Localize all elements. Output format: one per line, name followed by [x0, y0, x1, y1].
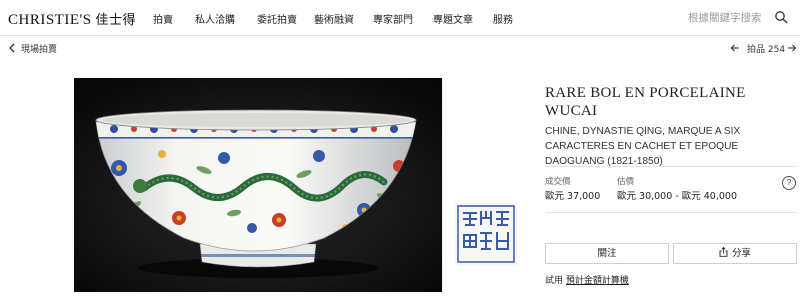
share-button[interactable]: 分享 — [673, 243, 797, 264]
wucai-bowl-image — [74, 78, 442, 292]
share-button-label: 分享 — [731, 248, 751, 259]
top-navigation: CHRISTIE'S 佳士得 拍賣 私人洽購 委託拍賣 藝術融資 專家部門 專題文… — [0, 0, 800, 36]
help-icon[interactable]: ? — [782, 176, 796, 190]
lot-main-image[interactable] — [74, 78, 442, 292]
nav-item-private-sales[interactable]: 私人洽購 — [195, 11, 235, 26]
divider — [545, 212, 797, 213]
arrow-right-icon[interactable] — [787, 43, 797, 53]
share-icon — [719, 247, 728, 257]
nav-item-departments[interactable]: 專家部門 — [373, 11, 413, 26]
nav-item-auctions[interactable]: 拍賣 — [153, 11, 173, 26]
divider — [545, 166, 797, 167]
nav-item-sell[interactable]: 委託拍賣 — [257, 11, 297, 26]
logo-english: CHRISTIE'S — [8, 12, 92, 28]
logo-chinese: 佳士得 — [95, 13, 137, 28]
price-realised-label: 成交價 — [545, 177, 571, 187]
price-realised-value: 歐元 37,000 — [545, 191, 601, 202]
calculator-prefix: 試用 — [545, 276, 564, 286]
chevron-left-icon[interactable] — [8, 43, 16, 53]
estimate-calculator-link[interactable]: 預計金額計算機 — [566, 276, 629, 286]
lot-title: RARE BOL EN PORCELAINE WUCAI — [545, 85, 746, 119]
follow-button-label: 關注 — [597, 248, 617, 259]
reign-mark-image[interactable] — [442, 78, 528, 292]
christies-logo[interactable]: CHRISTIE'S 佳士得 — [8, 9, 136, 29]
estimate-value: 歐元 30,000 - 歐元 40,000 — [617, 191, 737, 202]
follow-button[interactable]: 關注 — [545, 243, 669, 264]
seal-mark-image — [455, 203, 517, 265]
estimate-label: 估價 — [617, 177, 635, 187]
search-input[interactable]: 根據關鍵字搜索 — [688, 10, 762, 25]
nav-item-services[interactable]: 服務 — [493, 11, 513, 26]
lot-subtitle: CHINE, DYNASTIE QING, MARQUE A SIX CARAC… — [545, 126, 741, 167]
lot-number: 拍品 254 — [747, 45, 786, 55]
search-box[interactable]: 根據關鍵字搜索 — [686, 8, 792, 28]
back-to-live-auction-link[interactable]: 現場拍賣 — [21, 42, 57, 55]
sub-navigation: 現場拍賣 拍品 254 — [0, 37, 800, 61]
arrow-left-icon[interactable] — [730, 43, 740, 53]
nav-item-stories[interactable]: 專題文章 — [433, 11, 473, 26]
nav-item-art-finance[interactable]: 藝術融資 — [314, 11, 354, 26]
search-icon[interactable] — [774, 10, 788, 24]
estimate-calculator-row: 試用 預計金額計算機 — [545, 273, 629, 286]
